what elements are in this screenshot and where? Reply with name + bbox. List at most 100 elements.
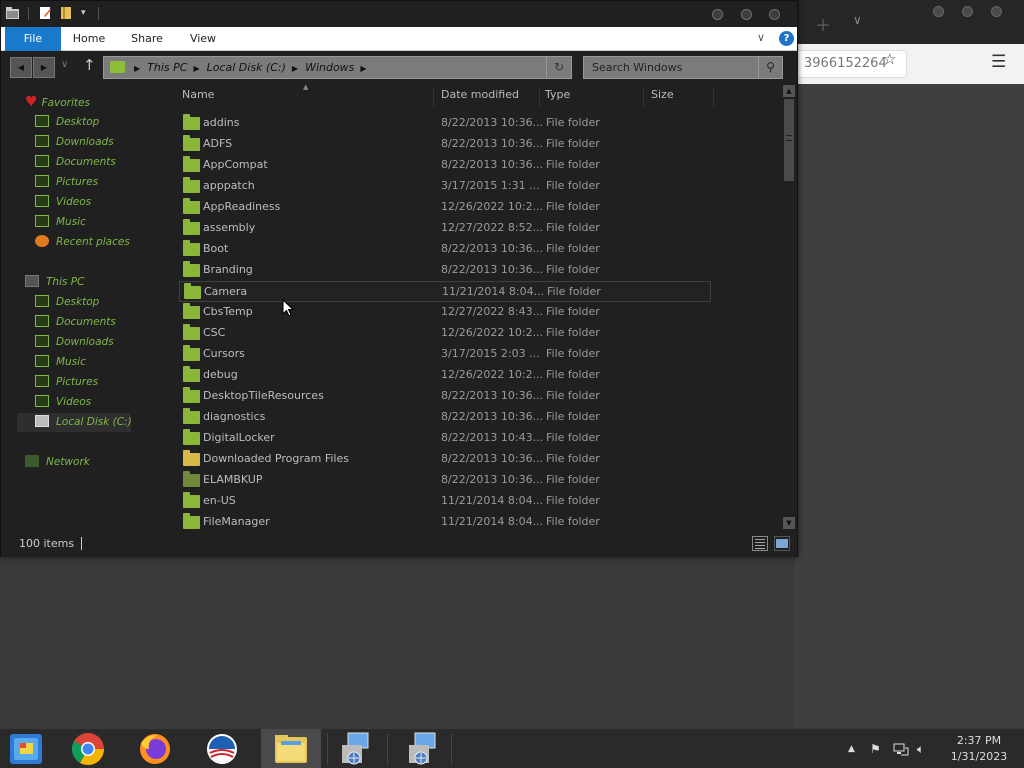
forward-button[interactable]: ▶ xyxy=(33,57,55,78)
file-row[interactable]: Boot 8/22/2013 10:36... File folder xyxy=(179,239,711,260)
file-row[interactable]: debug 12/26/2022 10:2... File folder xyxy=(179,365,711,386)
nav-fav-downloads[interactable]: Downloads xyxy=(35,133,114,151)
back-button[interactable]: ◀ xyxy=(10,57,32,78)
chevron-down-icon[interactable]: ∨ xyxy=(853,13,862,27)
plus-icon[interactable]: ＋ xyxy=(815,12,831,36)
nav-fav-videos[interactable]: Videos xyxy=(35,193,91,211)
up-arrow-icon[interactable]: ↑ xyxy=(83,56,96,74)
column-divider[interactable] xyxy=(539,87,540,107)
column-divider[interactable] xyxy=(643,87,644,107)
nav-pc-documents[interactable]: Documents xyxy=(35,313,116,331)
qat-dropdown-icon[interactable]: ▾ xyxy=(81,8,86,18)
tab-file[interactable]: File xyxy=(5,27,61,51)
nav-fav-desktop[interactable]: Desktop xyxy=(35,113,99,131)
close-button[interactable] xyxy=(769,9,780,20)
address-bar[interactable]: ▶ This PC ▶ Local Disk (C:) ▶ Windows ▶ ↻ xyxy=(103,56,572,79)
refresh-icon[interactable]: ↻ xyxy=(546,57,571,78)
file-row[interactable]: ELAMBKUP 8/22/2013 10:36... File folder xyxy=(179,470,711,491)
nav-pc-desktop[interactable]: Desktop xyxy=(35,293,99,311)
network-icon[interactable] xyxy=(893,742,909,759)
clock[interactable]: 2:37 PM 1/31/2023 xyxy=(944,733,1014,765)
nav-network[interactable]: Network xyxy=(25,453,90,471)
breadcrumb-local-disk[interactable]: Local Disk (C:) xyxy=(207,61,286,74)
file-explorer-button[interactable] xyxy=(261,729,321,768)
expand-ribbon-icon[interactable]: ∨ xyxy=(757,31,765,44)
volume-icon[interactable]: 🔈︎ xyxy=(917,742,924,757)
vertical-scrollbar[interactable]: ▲ ▼ xyxy=(781,83,797,531)
folder-icon xyxy=(183,513,200,529)
file-row[interactable]: addins 8/22/2013 10:36... File folder xyxy=(179,113,711,134)
column-header-name[interactable]: Name xyxy=(182,87,214,103)
nav-pc-downloads[interactable]: Downloads xyxy=(35,333,114,351)
nav-fav-recent-places[interactable]: Recent places xyxy=(35,233,130,251)
close-button[interactable] xyxy=(991,6,1002,17)
breadcrumb-this-pc[interactable]: This PC xyxy=(147,61,187,74)
nav-fav-documents[interactable]: Documents xyxy=(35,153,116,171)
status-divider xyxy=(81,537,82,550)
chrome-button[interactable] xyxy=(60,729,116,768)
column-header-date[interactable]: Date modified xyxy=(441,87,519,103)
properties-icon[interactable] xyxy=(38,6,53,20)
file-row[interactable]: AppReadiness 12/26/2022 10:2... File folde… xyxy=(179,197,711,218)
nav-pc-videos[interactable]: Videos xyxy=(35,393,91,411)
nav-fav-music[interactable]: Music xyxy=(35,213,86,231)
file-row[interactable]: AppCompat 8/22/2013 10:36... File folder xyxy=(179,155,711,176)
minimize-button[interactable] xyxy=(712,9,723,20)
start-button[interactable] xyxy=(0,729,56,768)
folder-icon xyxy=(110,61,125,73)
file-row[interactable]: DigitalLocker 8/22/2013 10:43... File fold… xyxy=(179,428,711,449)
details-view-icon[interactable] xyxy=(752,536,768,551)
nav-fav-pictures[interactable]: Pictures xyxy=(35,173,98,191)
tab-share[interactable]: Share xyxy=(125,27,169,51)
maximize-button[interactable] xyxy=(741,9,752,20)
file-date-modified: 8/22/2013 10:36... xyxy=(441,389,544,402)
file-row[interactable]: diagnostics 8/22/2013 10:36... File folder xyxy=(179,407,711,428)
search-icon[interactable]: ⚲ xyxy=(758,57,782,78)
nav-this-pc[interactable]: This PC xyxy=(25,273,84,291)
column-header-type[interactable]: Type xyxy=(545,87,570,103)
file-row[interactable]: Downloaded Program Files 8/22/2013 10:36.… xyxy=(179,449,711,470)
network-setup-button-2[interactable] xyxy=(395,729,451,768)
firefox-button[interactable] xyxy=(127,729,183,768)
scroll-down-icon[interactable]: ▼ xyxy=(783,517,795,529)
file-row[interactable]: CbsTemp 12/27/2022 8:43... File folder xyxy=(179,302,711,323)
nav-pc-pictures[interactable]: Pictures xyxy=(35,373,98,391)
star-icon[interactable]: ☆ xyxy=(883,50,896,68)
column-header-size[interactable]: Size xyxy=(651,87,674,103)
tab-home[interactable]: Home xyxy=(67,27,111,51)
file-row[interactable]: DesktopTileResources 8/22/2013 10:36... Fi… xyxy=(179,386,711,407)
file-row[interactable]: assembly 12/27/2022 8:52... File folder xyxy=(179,218,711,239)
nav-pc-local-disk[interactable]: Local Disk (C:) xyxy=(35,413,132,431)
nav-favorites[interactable]: ♥ Favorites xyxy=(25,93,90,111)
show-hidden-icons-icon[interactable]: ▲ xyxy=(848,744,855,754)
file-row[interactable]: Branding 8/22/2013 10:36... File folder xyxy=(179,260,711,281)
maximize-button[interactable] xyxy=(962,6,973,17)
file-row[interactable]: apppatch 3/17/2015 1:31 ... File folder xyxy=(179,176,711,197)
column-divider[interactable] xyxy=(433,87,434,107)
file-row[interactable]: Camera 11/21/2014 8:04... File folder xyxy=(179,281,711,302)
minimize-button[interactable] xyxy=(933,6,944,17)
column-divider[interactable] xyxy=(713,87,714,107)
recent-locations-icon[interactable]: ∨ xyxy=(61,59,68,70)
help-icon[interactable]: ? xyxy=(779,31,794,46)
nav-pc-music[interactable]: Music xyxy=(35,353,86,371)
network-setup-button[interactable] xyxy=(328,729,384,768)
obama-app-button[interactable] xyxy=(194,729,250,768)
file-row[interactable]: FileManager 11/21/2014 8:04... File folder xyxy=(179,512,711,531)
file-row[interactable]: CSC 12/26/2022 10:2... File folder xyxy=(179,323,711,344)
breadcrumb-windows[interactable]: Windows xyxy=(305,61,354,74)
new-folder-icon[interactable] xyxy=(59,6,74,20)
file-row[interactable]: en-US 11/21/2014 8:04... File folder xyxy=(179,491,711,512)
background-browser-window[interactable]: ＋ ∨ 3966152264 ☆ ☰ xyxy=(795,0,1024,728)
scroll-up-icon[interactable]: ▲ xyxy=(783,85,795,97)
file-name: CSC xyxy=(203,326,226,339)
file-row[interactable]: Cursors 3/17/2015 2:03 ... File folder xyxy=(179,344,711,365)
hamburger-icon[interactable]: ☰ xyxy=(991,52,1006,72)
tab-view[interactable]: View xyxy=(183,27,223,51)
folder-icon xyxy=(183,198,200,214)
search-input[interactable]: Search Windows ⚲ xyxy=(583,56,783,79)
file-name: FileManager xyxy=(203,515,270,528)
large-icons-view-icon[interactable] xyxy=(774,536,790,551)
file-row[interactable]: ADFS 8/22/2013 10:36... File folder xyxy=(179,134,711,155)
action-center-flag-icon[interactable]: ⚑ xyxy=(870,742,881,756)
